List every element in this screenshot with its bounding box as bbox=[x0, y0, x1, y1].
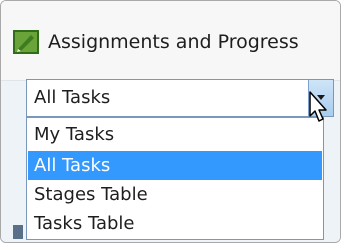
dropdown-list: My Tasks All Tasks Stages Table Tasks Ta… bbox=[26, 117, 324, 240]
dropdown-option-all-tasks[interactable]: All Tasks bbox=[28, 151, 322, 180]
dropdown-option-my-tasks[interactable]: My Tasks bbox=[28, 120, 322, 149]
task-filter-select[interactable]: All Tasks bbox=[26, 79, 334, 117]
select-current-value: All Tasks bbox=[34, 87, 111, 108]
title-bar: Assignments and Progress bbox=[1, 1, 340, 81]
dropdown-option-stages-table[interactable]: Stages Table bbox=[28, 180, 322, 209]
dropdown-option-tasks-table[interactable]: Tasks Table bbox=[28, 209, 322, 238]
window-frame: Assignments and Progress All Tasks My Ta… bbox=[0, 0, 341, 243]
app-icon bbox=[13, 30, 39, 54]
background-element-left bbox=[13, 225, 23, 239]
window-title: Assignments and Progress bbox=[48, 31, 299, 53]
mouse-cursor-icon bbox=[309, 91, 327, 122]
